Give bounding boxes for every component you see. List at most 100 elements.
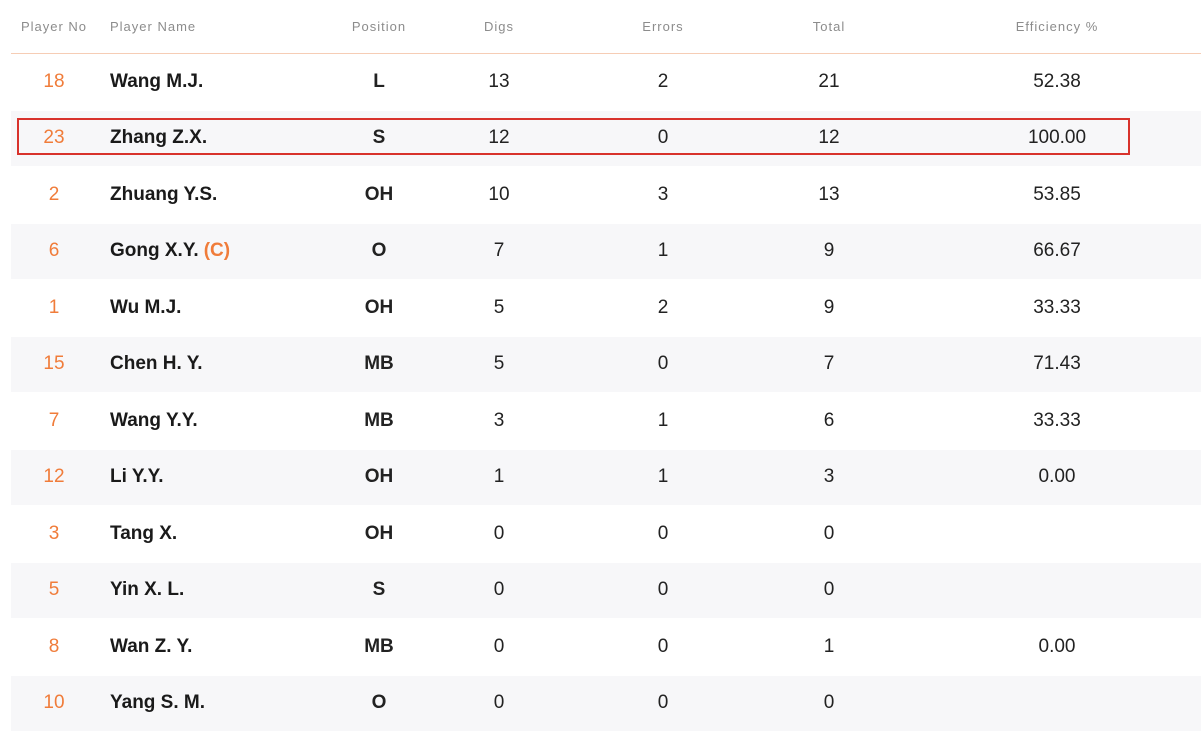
player-no-cell-text: 3 xyxy=(48,522,60,544)
player-no-cell-text: 1 xyxy=(48,296,60,318)
position-cell-text: OH xyxy=(364,183,394,205)
header-position[interactable]: Position xyxy=(329,0,429,53)
efficiency-cell: 52.38 xyxy=(989,54,1125,110)
player-no-cell-text: 10 xyxy=(43,692,65,714)
digs-cell-text: 10 xyxy=(488,183,510,205)
digs-cell-text: 0 xyxy=(493,522,505,544)
player-name-cell-text: Wu M.J. xyxy=(110,296,182,318)
header-errors[interactable]: Errors xyxy=(611,0,715,53)
errors-cell: 0 xyxy=(611,619,715,675)
position-cell-text: L xyxy=(373,70,385,92)
player-name-cell: Tang X. xyxy=(110,506,350,562)
player-no-cell: 7 xyxy=(11,393,97,449)
player-name-cell: Li Y.Y. xyxy=(110,450,350,506)
total-cell-text: 21 xyxy=(818,70,840,92)
errors-cell: 1 xyxy=(611,224,715,280)
errors-cell: 2 xyxy=(611,54,715,110)
digs-cell: 0 xyxy=(449,619,549,675)
errors-cell-text: 2 xyxy=(657,70,669,92)
table-row[interactable]: 6 Gong X.Y. (C) O 7 1 9 66.67 xyxy=(11,223,1201,280)
total-cell: 0 xyxy=(779,563,879,619)
errors-cell-text: 0 xyxy=(657,353,669,375)
errors-cell-text: 1 xyxy=(657,240,669,262)
errors-cell-text: 3 xyxy=(657,183,669,205)
position-cell-text: O xyxy=(371,240,387,262)
table-row[interactable]: 18 Wang M.J. L 13 2 21 52.38 xyxy=(11,54,1201,111)
efficiency-cell: 53.85 xyxy=(989,167,1125,223)
position-cell-text: O xyxy=(371,692,387,714)
position-cell: OH xyxy=(329,506,429,562)
total-cell-text: 13 xyxy=(818,183,840,205)
digs-cell: 13 xyxy=(449,54,549,110)
table-body: 18 Wang M.J. L 13 2 21 52.38 23 Zhang Z.X. S 12 0 12… xyxy=(11,54,1201,732)
player-name-cell-text: Wang M.J. xyxy=(110,70,204,92)
efficiency-cell: 0.00 xyxy=(989,619,1125,675)
table-row[interactable]: 8 Wan Z. Y. MB 0 0 1 0.00 xyxy=(11,619,1201,676)
table-row[interactable]: 23 Zhang Z.X. S 12 0 12 100.00 xyxy=(11,110,1201,167)
total-cell: 0 xyxy=(779,506,879,562)
table-row[interactable]: 10 Yang S. M. O 0 0 0 xyxy=(11,675,1201,732)
position-cell: L xyxy=(329,54,429,110)
player-no-cell: 12 xyxy=(11,450,97,506)
header-efficiency[interactable]: Efficiency % xyxy=(989,0,1125,53)
efficiency-cell-text: 53.85 xyxy=(1033,183,1081,205)
errors-cell: 1 xyxy=(611,450,715,506)
efficiency-cell-text: 33.33 xyxy=(1033,409,1081,431)
player-name-cell-text: Gong X.Y. xyxy=(110,240,199,262)
position-cell-text: OH xyxy=(364,466,394,488)
header-digs[interactable]: Digs xyxy=(449,0,549,53)
table-row[interactable]: 5 Yin X. L. S 0 0 0 xyxy=(11,562,1201,619)
player-no-cell-text: 23 xyxy=(43,127,65,149)
table-row[interactable]: 3 Tang X. OH 0 0 0 xyxy=(11,506,1201,563)
player-name-cell-text: Tang X. xyxy=(110,522,178,544)
position-cell: MB xyxy=(329,393,429,449)
player-no-cell: 2 xyxy=(11,167,97,223)
table-row[interactable]: 1 Wu M.J. OH 5 2 9 33.33 xyxy=(11,280,1201,337)
efficiency-cell-text: 0.00 xyxy=(1038,635,1076,657)
errors-cell: 0 xyxy=(611,111,715,167)
player-name-cell: Wu M.J. xyxy=(110,280,350,336)
errors-cell: 3 xyxy=(611,167,715,223)
efficiency-cell: 33.33 xyxy=(989,280,1125,336)
efficiency-cell: 66.67 xyxy=(989,224,1125,280)
player-no-cell: 1 xyxy=(11,280,97,336)
efficiency-cell xyxy=(989,506,1125,562)
position-cell-text: S xyxy=(372,579,386,601)
player-name-cell-text: Wang Y.Y. xyxy=(110,409,198,431)
player-no-cell: 6 xyxy=(11,224,97,280)
player-no-cell: 8 xyxy=(11,619,97,675)
table-row[interactable]: 7 Wang Y.Y. MB 3 1 6 33.33 xyxy=(11,393,1201,450)
position-cell: S xyxy=(329,111,429,167)
total-cell: 7 xyxy=(779,337,879,393)
errors-cell-text: 0 xyxy=(657,635,669,657)
player-no-cell-text: 6 xyxy=(48,240,60,262)
efficiency-cell xyxy=(989,563,1125,619)
position-cell-text: S xyxy=(372,127,386,149)
table-header: Player No Player Name Position Digs Erro… xyxy=(11,0,1201,54)
header-total[interactable]: Total xyxy=(779,0,879,53)
table-row[interactable]: 15 Chen H. Y. MB 5 0 7 71.43 xyxy=(11,336,1201,393)
errors-cell: 0 xyxy=(611,337,715,393)
position-cell: OH xyxy=(329,280,429,336)
position-cell: OH xyxy=(329,167,429,223)
table-row[interactable]: 12 Li Y.Y. OH 1 1 3 0.00 xyxy=(11,449,1201,506)
position-cell: S xyxy=(329,563,429,619)
position-cell: O xyxy=(329,224,429,280)
total-cell-text: 1 xyxy=(823,635,835,657)
table-row[interactable]: 2 Zhuang Y.S. OH 10 3 13 53.85 xyxy=(11,167,1201,224)
player-name-cell: Zhuang Y.S. xyxy=(110,167,350,223)
header-player-no[interactable]: Player No xyxy=(11,0,97,53)
header-player-name[interactable]: Player Name xyxy=(110,0,310,53)
player-no-cell: 5 xyxy=(11,563,97,619)
digs-cell-text: 13 xyxy=(488,70,510,92)
player-name-cell-text: Zhang Z.X. xyxy=(110,127,208,149)
efficiency-cell: 0.00 xyxy=(989,450,1125,506)
player-no-cell: 23 xyxy=(11,111,97,167)
player-name-cell: Wang Y.Y. xyxy=(110,393,350,449)
player-no-cell: 10 xyxy=(11,676,97,732)
position-cell-text: MB xyxy=(364,353,394,375)
player-no-cell-text: 12 xyxy=(43,466,65,488)
digs-cell: 7 xyxy=(449,224,549,280)
total-cell: 6 xyxy=(779,393,879,449)
player-name-cell-text: Li Y.Y. xyxy=(110,466,164,488)
